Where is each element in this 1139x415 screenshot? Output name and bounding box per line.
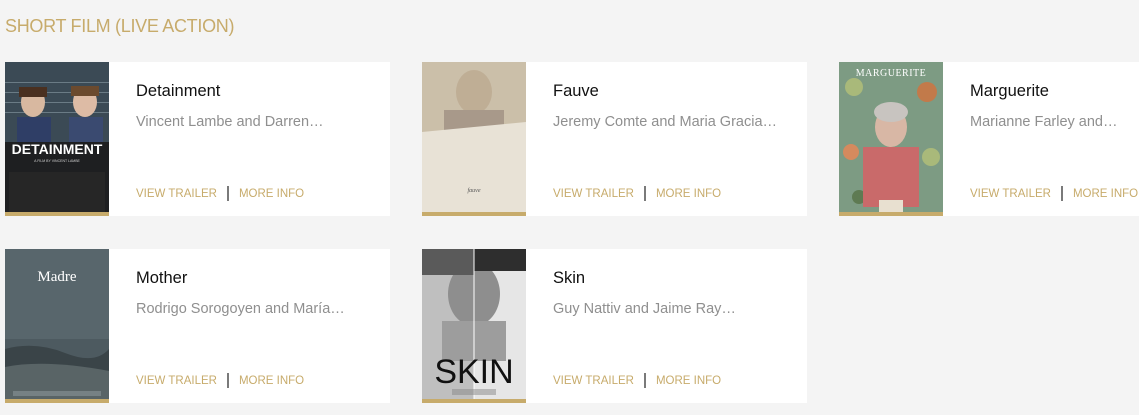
film-links: VIEW TRAILER MORE INFO (136, 373, 304, 388)
poster-accent-bar (422, 212, 526, 216)
more-info-link[interactable]: MORE INFO (656, 188, 721, 200)
detainment-poster-tagline: A FILM BY VINCENT LAMBE (34, 159, 80, 163)
more-info-link[interactable]: MORE INFO (239, 188, 304, 200)
film-card-mother: Madre Mother Rodrigo Sorogoyen and María… (5, 249, 390, 403)
mother-poster-art: Madre (5, 249, 109, 403)
skin-poster-caption: SKIN (434, 353, 513, 391)
mother-poster-caption: Madre (37, 269, 76, 285)
link-divider (226, 186, 229, 201)
poster-image-fauve[interactable]: fauve (422, 62, 526, 216)
link-divider (226, 373, 229, 388)
film-links: VIEW TRAILER MORE INFO (136, 186, 304, 201)
view-trailer-link[interactable]: VIEW TRAILER (136, 188, 217, 200)
film-links: VIEW TRAILER MORE INFO (970, 186, 1138, 201)
film-title[interactable]: Marguerite (970, 82, 1049, 101)
poster-image-mother[interactable]: Madre (5, 249, 109, 403)
film-links: VIEW TRAILER MORE INFO (553, 373, 721, 388)
fauve-poster-art: fauve (422, 62, 526, 216)
film-title[interactable]: Mother (136, 269, 187, 288)
film-links: VIEW TRAILER MORE INFO (553, 186, 721, 201)
link-divider (643, 186, 646, 201)
view-trailer-link[interactable]: VIEW TRAILER (553, 188, 634, 200)
film-nominees: Vincent Lambe and Darren… (136, 114, 324, 130)
poster-accent-bar (839, 212, 943, 216)
section-title: SHORT FILM (LIVE ACTION) (5, 16, 235, 36)
film-card-marguerite: MARGUERITE Marguerite Marianne Farley an… (839, 62, 1139, 216)
link-divider (643, 373, 646, 388)
film-nominees: Guy Nattiv and Jaime Ray… (553, 301, 736, 317)
film-nominees: Jeremy Comte and Maria Gracia… (553, 114, 778, 130)
film-card-fauve: fauve Fauve Jeremy Comte and Maria Graci… (422, 62, 807, 216)
detainment-poster-caption: DETAINMENT (12, 141, 103, 157)
more-info-link[interactable]: MORE INFO (1073, 188, 1138, 200)
poster-accent-bar (5, 212, 109, 216)
poster-image-skin[interactable]: SKIN (422, 249, 526, 403)
more-info-link[interactable]: MORE INFO (656, 375, 721, 387)
poster-image-detainment[interactable]: DETAINMENT A FILM BY VINCENT LAMBE (5, 62, 109, 216)
film-nominees: Marianne Farley and… (970, 114, 1118, 130)
film-card-detainment: DETAINMENT A FILM BY VINCENT LAMBE Detai… (5, 62, 390, 216)
skin-poster-art: SKIN (422, 249, 526, 403)
view-trailer-link[interactable]: VIEW TRAILER (136, 375, 217, 387)
film-nominees: Rodrigo Sorogoyen and María… (136, 301, 345, 317)
film-title[interactable]: Fauve (553, 82, 599, 101)
poster-accent-bar (422, 399, 526, 403)
film-title[interactable]: Detainment (136, 82, 220, 101)
marguerite-poster-caption: MARGUERITE (856, 68, 927, 79)
poster-image-marguerite[interactable]: MARGUERITE (839, 62, 943, 216)
link-divider (1060, 186, 1063, 201)
film-title[interactable]: Skin (553, 269, 585, 288)
view-trailer-link[interactable]: VIEW TRAILER (970, 188, 1051, 200)
film-card-skin: SKIN Skin Guy Nattiv and Jaime Ray… VIEW… (422, 249, 807, 403)
fauve-poster-caption: fauve (468, 187, 481, 194)
detainment-poster-art: DETAINMENT A FILM BY VINCENT LAMBE (5, 62, 109, 216)
marguerite-poster-art: MARGUERITE (839, 62, 943, 216)
poster-accent-bar (5, 399, 109, 403)
more-info-link[interactable]: MORE INFO (239, 375, 304, 387)
view-trailer-link[interactable]: VIEW TRAILER (553, 375, 634, 387)
